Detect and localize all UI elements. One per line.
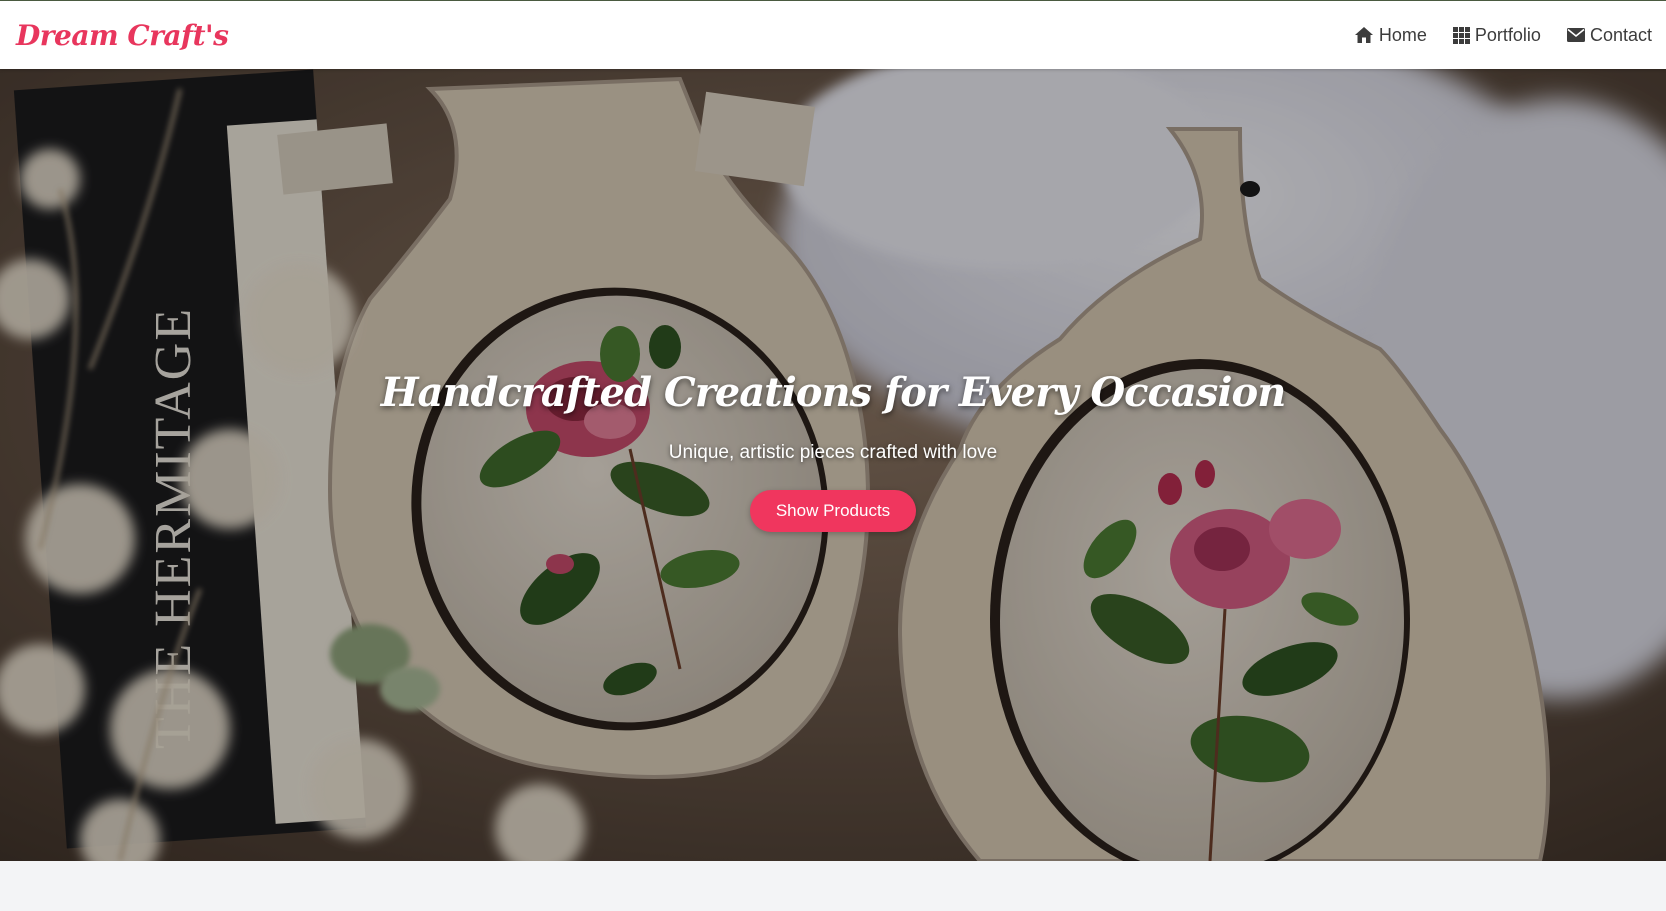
hero-section: THE HERMITAGE Handcrafted Creations for …: [0, 69, 1666, 861]
nav-item-portfolio[interactable]: Portfolio: [1452, 24, 1541, 46]
nav-item-contact[interactable]: Contact: [1566, 24, 1652, 46]
nav-item-contact-label: Contact: [1589, 24, 1652, 45]
navbar: Dream Craft's Home Portfolio Contact: [0, 0, 1666, 69]
nav-item-home[interactable]: Home: [1354, 25, 1427, 46]
hero-subtitle: Unique, artistic pieces crafted with lov…: [668, 442, 998, 463]
home-icon: [1354, 26, 1374, 44]
nav-item-home-label: Home: [1378, 24, 1427, 45]
hero-title: Handcrafted Creations for Every Occasion: [380, 369, 1287, 416]
grid-icon: [1452, 26, 1470, 44]
nav-item-portfolio-label: Portfolio: [1474, 24, 1541, 45]
show-products-button[interactable]: Show Products: [749, 490, 917, 532]
brand-logo[interactable]: Dream Craft's: [16, 19, 229, 52]
envelope-icon: [1566, 28, 1585, 42]
hero-content: Handcrafted Creations for Every Occasion…: [0, 369, 1666, 532]
main-nav: Home Portfolio Contact: [1354, 25, 1652, 46]
